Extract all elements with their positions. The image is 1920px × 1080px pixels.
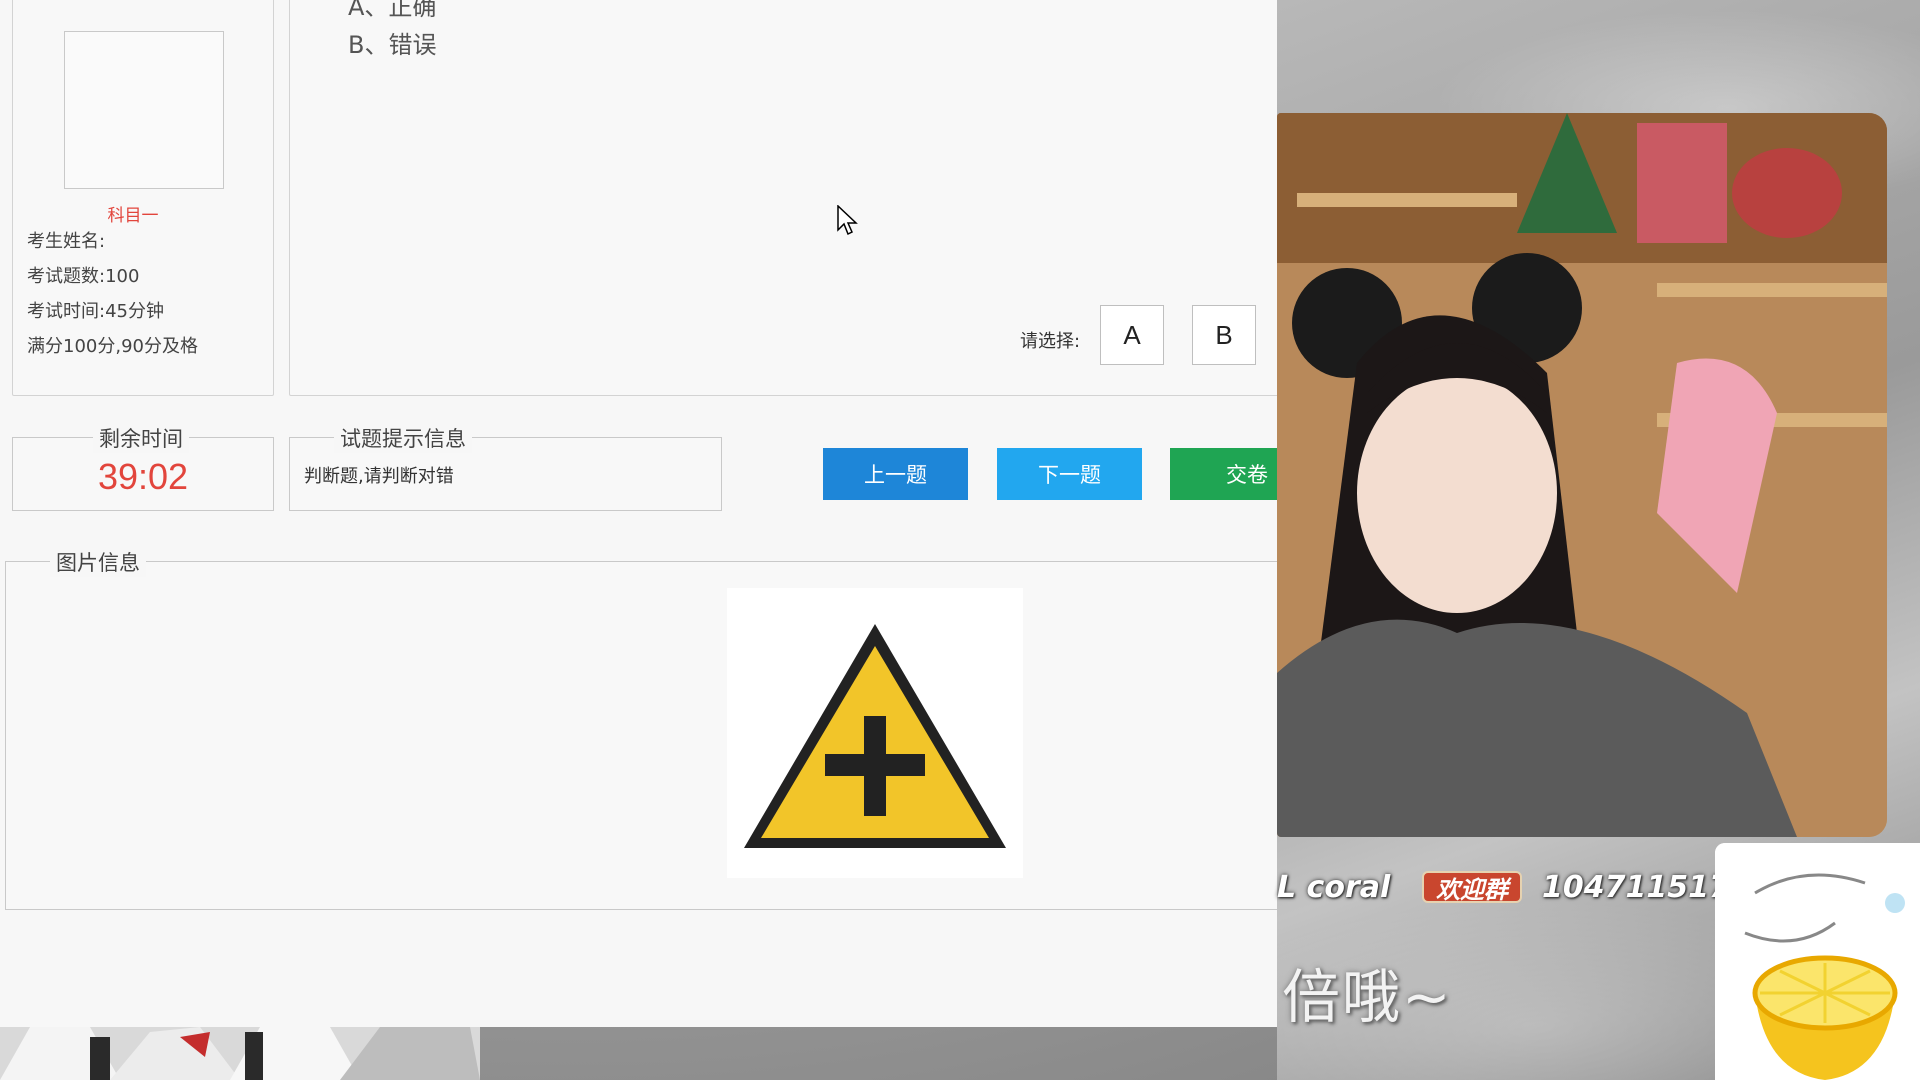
exam-app-window: 科目一 考生姓名: 考试题数:100 考试时间:45分钟 满分100分,90分及…: [0, 0, 1277, 1027]
question-image: [727, 588, 1023, 878]
mouse-pointer-icon: [837, 205, 858, 236]
submit-exam-button[interactable]: 交卷: [1170, 448, 1277, 500]
candidate-info-panel: 科目一 考生姓名: 考试题数:100 考试时间:45分钟 满分100分,90分及…: [12, 0, 274, 396]
webcam-video: [1277, 113, 1887, 837]
remaining-time-box: 剩余时间 39:02: [12, 423, 274, 511]
choose-label: 请选择:: [1020, 331, 1081, 352]
hint-box: 试题提示信息 判断题,请判断对错: [289, 423, 722, 511]
choice-a-button[interactable]: A: [1100, 305, 1164, 365]
hint-legend: 试题提示信息: [334, 423, 472, 453]
anime-decoration: [0, 1027, 480, 1080]
image-info-box: 图片信息: [5, 547, 1277, 910]
welcome-bar: L coral 欢迎群 1047115177: [1277, 868, 1751, 908]
anime-characters-icon: [0, 1027, 480, 1080]
choice-b-button[interactable]: B: [1192, 305, 1256, 365]
next-question-button[interactable]: 下一题: [997, 448, 1142, 500]
remaining-time-legend: 剩余时间: [93, 423, 189, 453]
hint-text: 判断题,请判断对错: [304, 466, 454, 487]
candidate-photo: [64, 31, 224, 189]
overlay-bubble-text: 倍哦~: [1282, 963, 1453, 1031]
option-a-text: A、正确: [348, 0, 437, 21]
group-badge: 欢迎群: [1422, 871, 1522, 904]
remaining-time-value: 39:02: [97, 456, 189, 497]
previous-question-button[interactable]: 上一题: [823, 448, 968, 500]
subject-label: 科目一: [107, 206, 159, 226]
lemon-icon: [1715, 843, 1920, 1080]
exam-time: 考试时间:45分钟: [27, 301, 164, 322]
question-panel: A、正确 B、错误 请选择: A B: [289, 0, 1277, 396]
option-b-text: B、错误: [348, 31, 437, 59]
crossroad-warning-sign-icon: [744, 624, 1006, 848]
question-count: 考试题数:100: [27, 266, 140, 287]
score-rule: 满分100分,90分及格: [27, 336, 198, 357]
image-info-legend: 图片信息: [50, 547, 146, 577]
candidate-name-label: 考生姓名:: [27, 231, 106, 252]
webcam-scene: [1277, 113, 1887, 837]
coral-text: L coral: [1277, 870, 1391, 905]
lemon-sticker: [1715, 843, 1920, 1080]
